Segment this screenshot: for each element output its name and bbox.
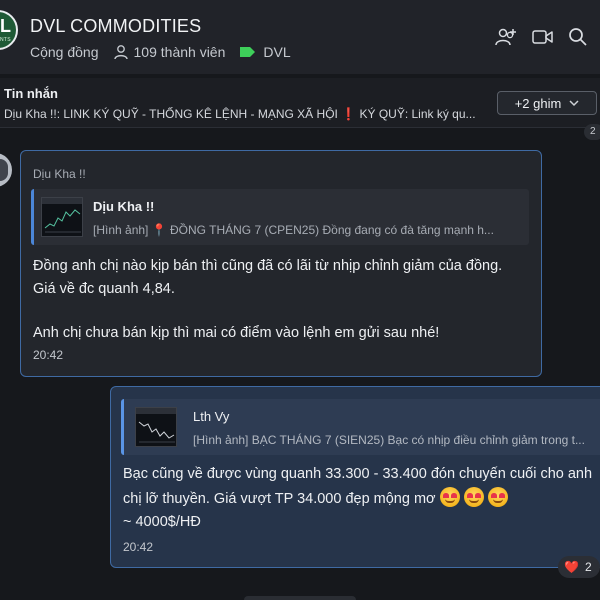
chat-header: L NTS DVL COMMODITIES Cộng đồng 109 thàn… [0,0,600,74]
chevron-down-icon [569,99,579,106]
message-line: ~ 4000$/HĐ [123,514,201,530]
tag-icon [240,47,256,57]
sender-name[interactable]: Dịu Kha !! [33,167,86,181]
quote-preview-text: ĐỒNG THÁNG 7 (CPEN25) Đồng đang có đà tă… [166,223,494,237]
message-bubble-incoming[interactable]: Dịu Kha !! Dịu Kha !! [Hình ảnh] 📍 ĐỒNG … [20,150,542,377]
search-icon[interactable] [566,26,590,48]
group-avatar[interactable]: L NTS [0,10,18,50]
pinned-title: Tin nhắn [4,86,58,101]
quote-thumbnail [41,197,83,237]
group-avatar-small-text: NTS [0,37,11,43]
message-line: Bạc cũng về được vùng quanh 33.300 - 33.… [123,466,593,482]
members-link[interactable]: 109 thành viên [113,44,226,60]
heart-eyes-emoji-icon [487,487,508,507]
heart-eyes-emoji-icon [463,487,484,507]
members-count: 109 thành viên [133,44,226,60]
add-member-icon[interactable] [494,26,518,48]
person-icon [113,45,128,60]
message-line: Giá về đc quanh 4,84. [33,281,175,297]
group-tag-label: DVL [263,44,291,60]
message-bubble-outgoing[interactable]: Lth Vy [Hình ảnh] BẠC THÁNG 7 (SIEN25) B… [110,386,600,568]
quoted-message[interactable]: Lth Vy [Hình ảnh] BẠC THÁNG 7 (SIEN25) B… [121,399,600,455]
community-label[interactable]: Cộng đồng [30,44,99,60]
message-line: Đồng anh chị nào kịp bán thì cũng đã có … [33,258,503,274]
scroll-to-bottom-hint[interactable] [244,596,356,600]
more-pins-label: +2 ghim [514,95,562,111]
message-time: 20:42 [123,540,154,554]
heart-icon: ❤️ [564,560,579,574]
pinned-preview: Dịu Kha !!: LINK KÝ QUỸ - THỐNG KÊ LỆNH … [4,107,490,121]
quote-author: Dịu Kha !! [93,199,155,214]
quote-preview: [Hình ảnh] BẠC THÁNG 7 (SIEN25) Bạc có n… [193,433,585,447]
pin-icon: 📍 [151,223,167,237]
group-tag[interactable]: DVL [239,44,291,60]
group-avatar-letter: L [0,16,11,36]
pinned-text-start: Dịu Kha !!: LINK KÝ QUỸ - THỐNG KÊ LỆNH … [4,107,342,121]
message-line: Anh chị chưa bán kịp thì mai có điểm vào… [33,325,440,341]
quote-thumbnail [135,407,177,447]
message-line-with-emoji: chị lỡ thuyền. Giá vượt TP 34.000 đẹp mộ… [123,487,508,511]
reaction-count: 2 [584,560,592,574]
message-line: chị lỡ thuyền. Giá vượt TP 34.000 đẹp mộ… [123,491,436,507]
exclamation-icon: ❗ [341,107,357,121]
quote-author: Lth Vy [193,409,230,424]
group-meta: Cộng đồng 109 thành viên DVL [30,43,291,61]
heart-eyes-emoji-icon [439,487,460,507]
message-time: 20:42 [33,348,64,362]
pinned-text-end: KÝ QUỸ: Link ký qu... [356,107,476,121]
quoted-message[interactable]: Dịu Kha !! [Hình ảnh] 📍 ĐỒNG THÁNG 7 (CP… [31,189,529,245]
more-pins-button[interactable]: +2 ghim [497,91,597,115]
side-count-chip[interactable]: 2 [584,124,600,140]
reaction-badge[interactable]: ❤️ 2 [558,556,600,578]
video-call-icon[interactable] [531,26,555,48]
sender-avatar[interactable] [0,153,12,187]
quote-preview: [Hình ảnh] 📍 ĐỒNG THÁNG 7 (CPEN25) Đồng … [93,223,521,237]
group-name[interactable]: DVL COMMODITIES [30,16,201,37]
quote-preview-prefix: [Hình ảnh] [93,223,152,237]
